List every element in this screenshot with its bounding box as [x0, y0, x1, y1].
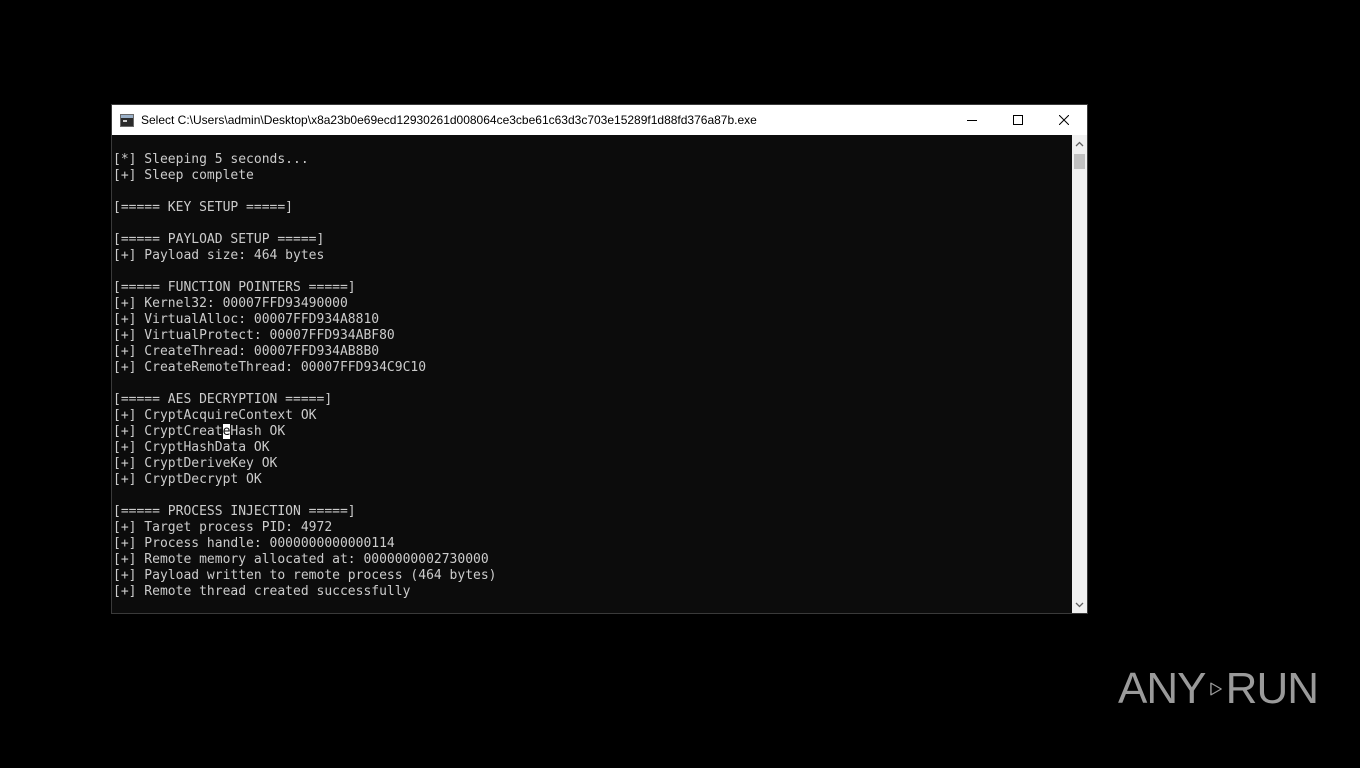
console-line: [+] CryptDecrypt OK: [113, 472, 262, 487]
play-icon: [1210, 682, 1223, 696]
console-line: [+] Kernel32: 00007FFD93490000: [113, 296, 348, 311]
title-bar[interactable]: Select C:\Users\admin\Desktop\x8a23b0e69…: [112, 105, 1087, 135]
console-line: [===== PROCESS INJECTION =====]: [113, 504, 356, 519]
console-line: [+] Payload size: 464 bytes: [113, 248, 325, 263]
window-title: Select C:\Users\admin\Desktop\x8a23b0e69…: [141, 113, 757, 127]
console-line: [===== FUNCTION POINTERS =====]: [113, 280, 356, 295]
close-button[interactable]: [1041, 105, 1087, 135]
maximize-icon: [1013, 115, 1023, 125]
console-line: [+] Target process PID: 4972: [113, 520, 333, 535]
console-line: [===== PAYLOAD SETUP =====]: [113, 232, 325, 247]
console-lines: [*] Sleeping 5 seconds... [+] Sleep compl…: [113, 152, 497, 600]
console-line: [+] CryptCreateHash OK: [113, 424, 286, 439]
console-line: [+] Sleep complete: [113, 168, 254, 183]
minimize-button[interactable]: [949, 105, 995, 135]
console-line: [+] CryptHashData OK: [113, 440, 270, 455]
console-line: [+] VirtualAlloc: 00007FFD934A8810: [113, 312, 380, 327]
console-line: [===== AES DECRYPTION =====]: [113, 392, 333, 407]
console-window[interactable]: Select C:\Users\admin\Desktop\x8a23b0e69…: [111, 104, 1088, 614]
minimize-icon: [967, 120, 977, 121]
console-line: [+] CreateRemoteThread: 00007FFD934C9C10: [113, 360, 427, 375]
console-line: [===== KEY SETUP =====]: [113, 200, 294, 215]
console-line: [+] Remote thread created successfully: [113, 584, 411, 599]
console-line: [+] CryptAcquireContext OK: [113, 408, 317, 423]
console-line: [+] VirtualProtect: 00007FFD934ABF80: [113, 328, 395, 343]
anyrun-watermark: ANY RUN: [1118, 656, 1319, 722]
scroll-up-icon: [1075, 141, 1084, 146]
vertical-scrollbar[interactable]: [1072, 135, 1087, 613]
watermark-text-right: RUN: [1225, 664, 1319, 713]
scroll-down-button[interactable]: [1072, 596, 1087, 613]
console-output[interactable]: [*] Sleeping 5 seconds... [+] Sleep compl…: [112, 135, 1072, 613]
selection-cursor: e: [222, 424, 231, 439]
console-line: [*] Sleeping 5 seconds...: [113, 152, 309, 167]
console-line: [+] Remote memory allocated at: 00000000…: [113, 552, 489, 567]
scroll-thumb[interactable]: [1074, 154, 1085, 169]
scroll-up-button[interactable]: [1072, 135, 1087, 152]
maximize-button[interactable]: [995, 105, 1041, 135]
console-line: [+] Payload written to remote process (4…: [113, 568, 497, 583]
close-icon: [1059, 115, 1069, 125]
console-icon: [120, 113, 134, 127]
desktop: Select C:\Users\admin\Desktop\x8a23b0e69…: [0, 0, 1360, 768]
watermark-text-left: ANY: [1118, 664, 1206, 713]
console-line: [+] CryptDeriveKey OK: [113, 456, 278, 471]
console-line: [+] Process handle: 0000000000000114: [113, 536, 395, 551]
console-line: [+] CreateThread: 00007FFD934AB8B0: [113, 344, 380, 359]
scroll-down-icon: [1075, 602, 1084, 607]
